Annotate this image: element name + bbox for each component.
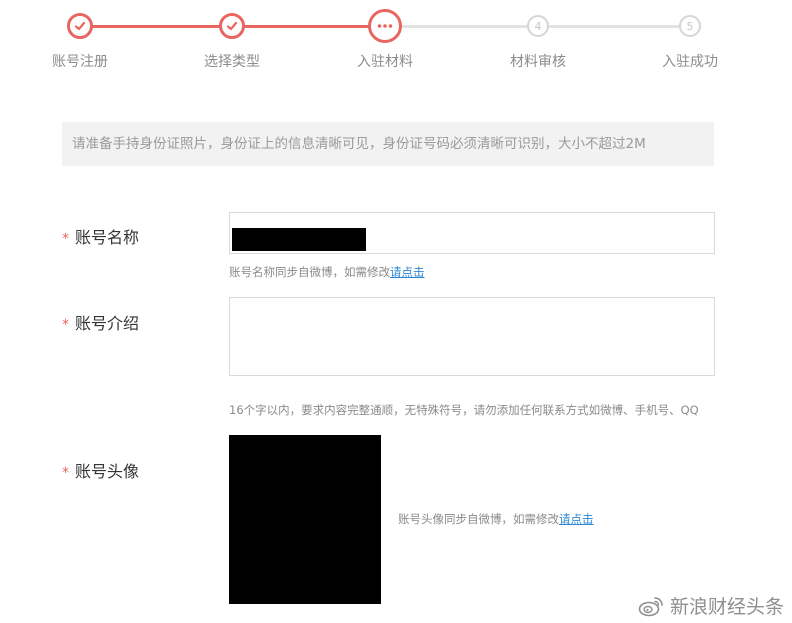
- redacted-account-name: [232, 228, 366, 251]
- step-1-done-icon: [67, 13, 93, 39]
- step-label: 选择类型: [204, 54, 260, 70]
- redacted-avatar-image: [229, 435, 381, 604]
- step-label: 账号注册: [52, 54, 108, 70]
- step-connector: [385, 25, 538, 28]
- account-intro-label: * 账号介绍: [62, 314, 140, 333]
- weibo-logo-icon: [638, 596, 663, 616]
- step-connector: [232, 25, 385, 28]
- step-label: 材料审核: [510, 54, 566, 70]
- step-label: 入驻材料: [357, 54, 413, 70]
- step-connector: [80, 25, 232, 28]
- step-2-done-icon: [219, 13, 245, 39]
- required-mark: *: [62, 317, 69, 333]
- watermark: 新浪财经头条: [638, 592, 784, 619]
- edit-account-name-link[interactable]: 请点击: [390, 265, 425, 279]
- step-label: 入驻成功: [662, 54, 718, 70]
- step-4-number: 4: [527, 15, 549, 37]
- required-mark: *: [62, 465, 69, 481]
- account-name-hint: 账号名称同步自微博，如需修改请点击: [229, 265, 425, 279]
- account-avatar-hint: 账号头像同步自微博，如需修改请点击: [398, 512, 594, 526]
- account-name-label: * 账号名称: [62, 228, 140, 247]
- account-intro-textarea[interactable]: [229, 297, 715, 376]
- step-connector: [538, 25, 690, 28]
- account-intro-hint: 16个字以内，要求内容完整通顺，无特殊符号，请勿添加任何联系方式如微博、手机号、…: [229, 403, 699, 417]
- ellipsis-icon: [377, 24, 393, 28]
- watermark-text: 新浪财经头条: [669, 596, 784, 618]
- check-icon: [74, 21, 86, 31]
- account-name-field[interactable]: [229, 212, 715, 254]
- check-icon: [226, 21, 238, 31]
- step-5-number: 5: [679, 15, 701, 37]
- progress-stepper: 账号注册 选择类型 入驻材料 4 材料审核 5 入驻成功: [0, 0, 792, 80]
- edit-avatar-link[interactable]: 请点击: [559, 512, 594, 526]
- account-avatar-label: * 账号头像: [62, 462, 140, 481]
- upload-notice: 请准备手持身份证照片，身份证上的信息清晰可见，身份证号码必须清晰可识别，大小不超…: [62, 122, 714, 166]
- required-mark: *: [62, 231, 69, 247]
- step-3-current-icon: [368, 9, 402, 43]
